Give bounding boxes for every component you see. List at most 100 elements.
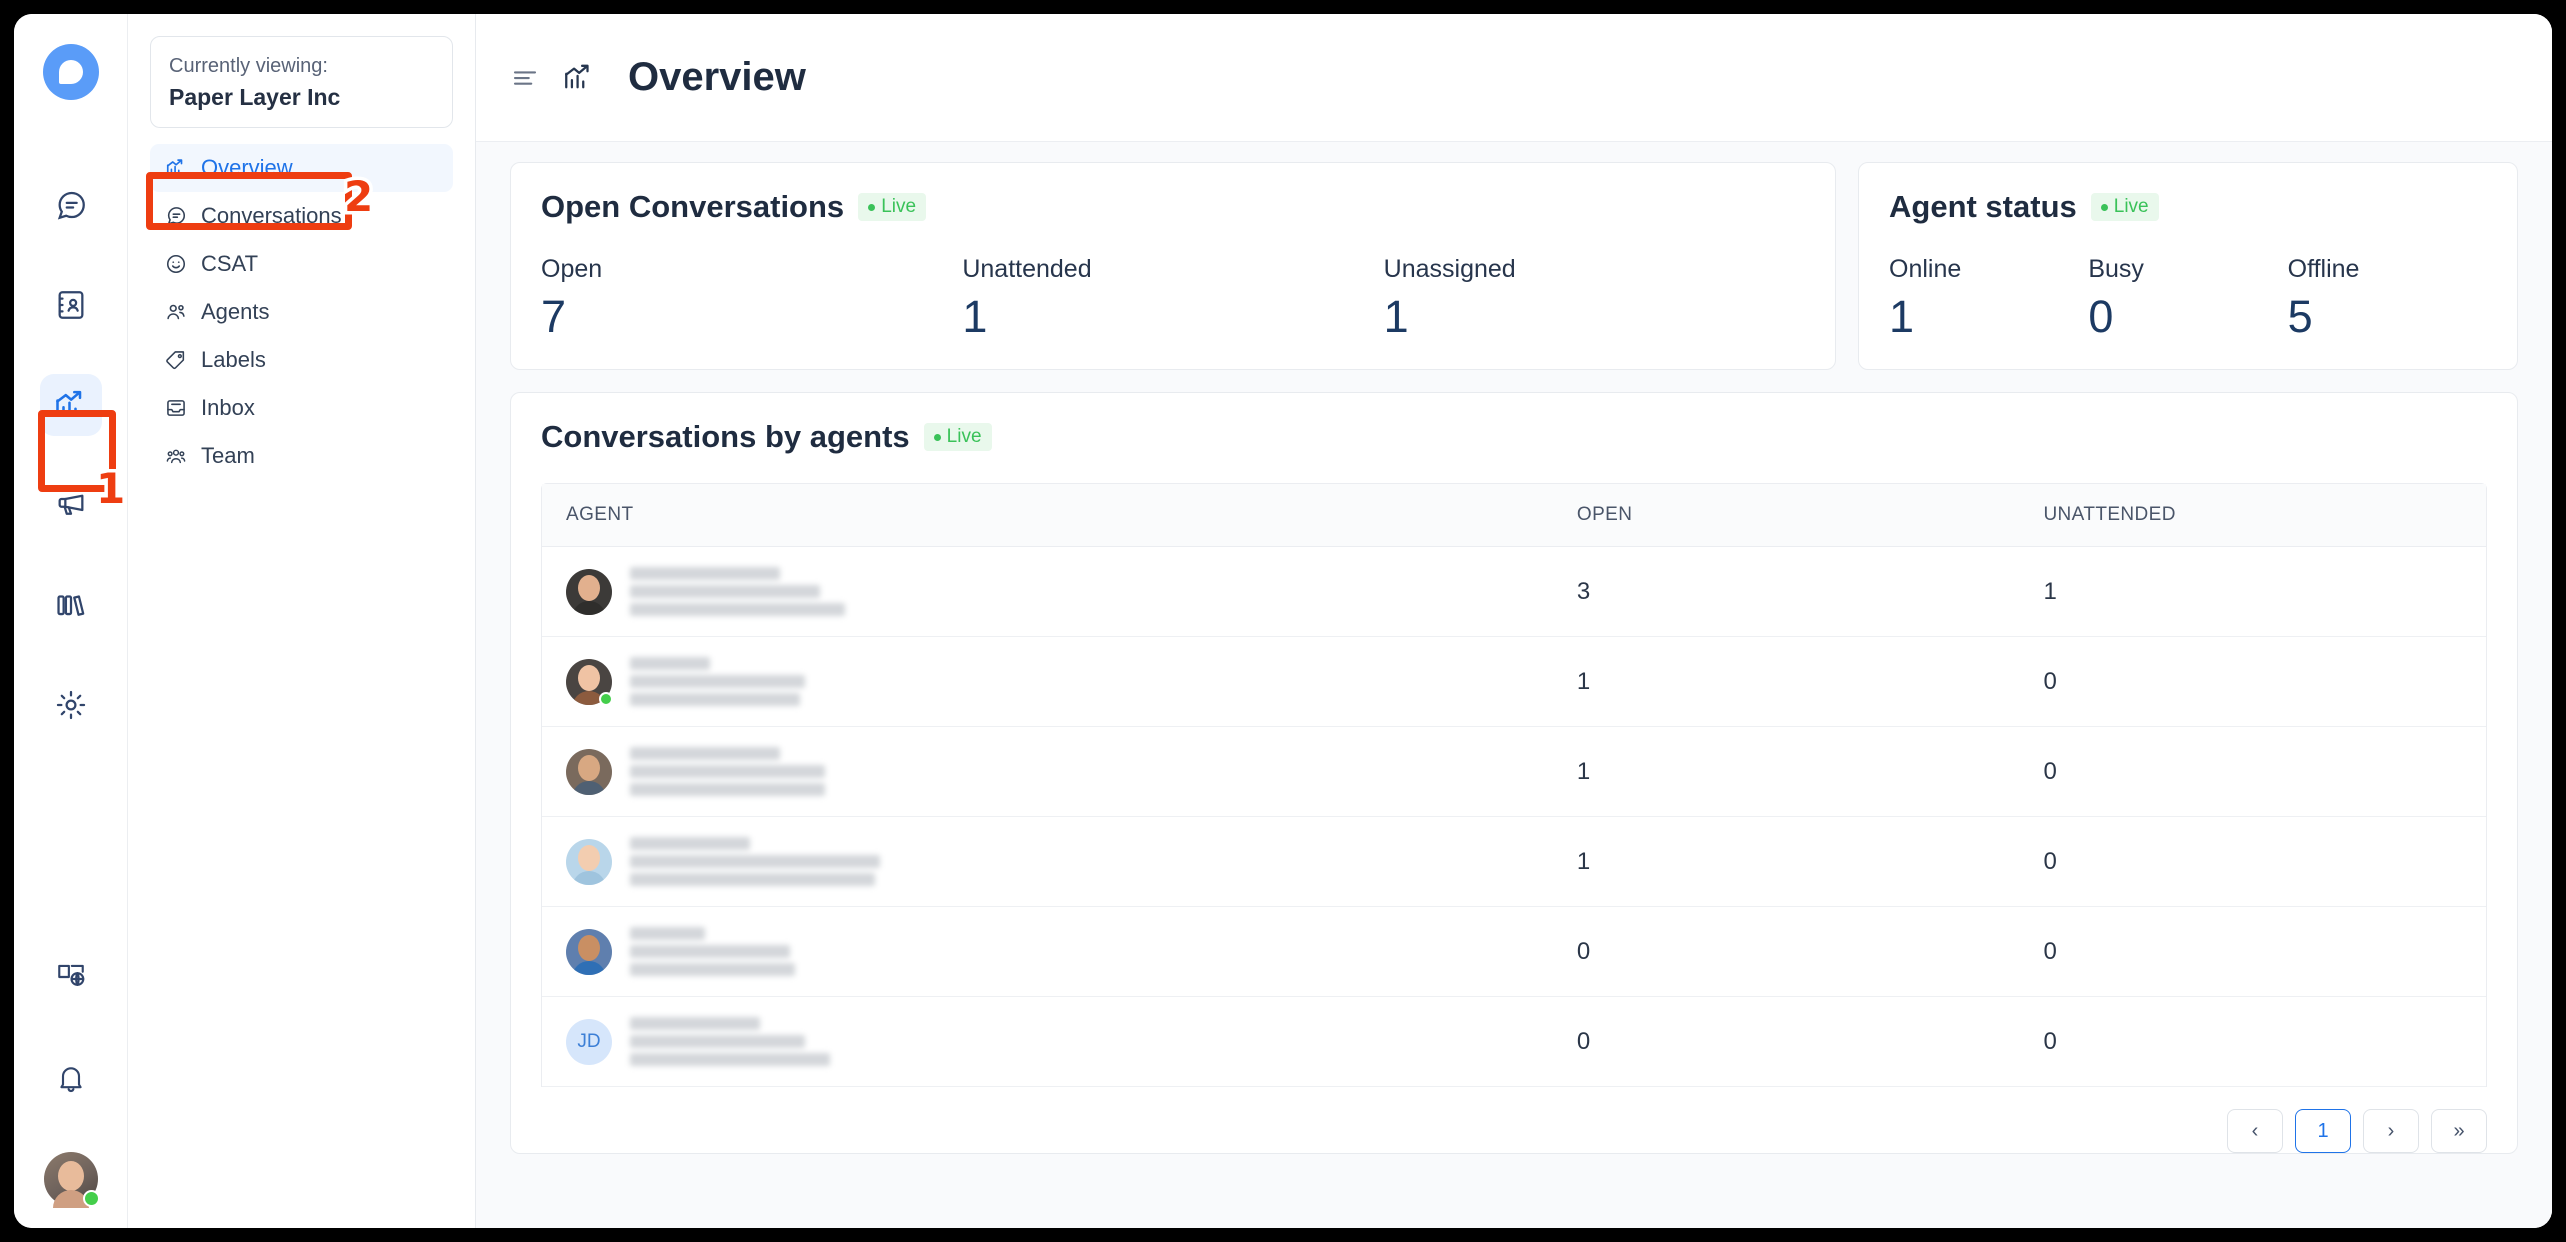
campaigns-megaphone-icon[interactable] bbox=[40, 474, 102, 536]
live-label: Live bbox=[2113, 196, 2149, 217]
cell-agent bbox=[542, 546, 1553, 637]
agent-cell bbox=[566, 837, 1529, 886]
pagination-prev-button[interactable]: ‹ bbox=[2227, 1109, 2283, 1153]
live-dot-icon bbox=[868, 203, 876, 211]
cell-open: 1 bbox=[1552, 726, 2020, 817]
pagination-last-button[interactable]: » bbox=[2431, 1109, 2487, 1153]
sidebar-item-labels[interactable]: Labels bbox=[150, 336, 453, 384]
sidebar-nav-list: Overview Conversations CSAT Agents Label… bbox=[150, 144, 453, 480]
pagination-next-button[interactable]: › bbox=[2363, 1109, 2419, 1153]
column-header-unattended[interactable]: UNATTENDED bbox=[2019, 484, 2486, 547]
metric-offline: Offline 5 bbox=[2288, 255, 2487, 339]
sidebar-item-label: CSAT bbox=[201, 251, 259, 276]
column-header-open[interactable]: OPEN bbox=[1552, 484, 2020, 547]
status-badge: Live bbox=[923, 423, 992, 451]
metric-value: 0 bbox=[2088, 291, 2114, 342]
sidebar-item-csat[interactable]: CSAT bbox=[150, 240, 453, 288]
metrics-group: Online 1 Busy 0 Offline 5 bbox=[1889, 255, 2487, 339]
card-header: Open Conversations Live bbox=[541, 189, 1805, 225]
table-header-row: AGENT OPEN UNATTENDED bbox=[542, 484, 2486, 547]
table-row[interactable]: 10 bbox=[542, 726, 2486, 817]
agent-name-redacted bbox=[630, 837, 880, 886]
live-dot-icon bbox=[933, 433, 941, 441]
table-row[interactable]: 10 bbox=[542, 636, 2486, 727]
agents-table: AGENT OPEN UNATTENDED 3 1 1 0 1 0 1 0 0 0 JD 0 0 bbox=[542, 484, 2486, 1087]
column-header-agent[interactable]: AGENT bbox=[542, 484, 1553, 547]
avatar: JD bbox=[566, 1018, 612, 1065]
app-window: Currently viewing: Paper Layer Inc Overv… bbox=[14, 14, 2552, 1228]
metric-open: Open 7 bbox=[541, 255, 962, 339]
sidebar-item-inbox[interactable]: Inbox bbox=[150, 384, 453, 432]
table-row[interactable]: 31 bbox=[542, 546, 2486, 637]
account-name: Paper Layer Inc bbox=[169, 84, 341, 110]
metric-online: Online 1 bbox=[1889, 255, 2088, 339]
annotation-number-2: 2 bbox=[340, 169, 376, 225]
metric-label: Open bbox=[541, 255, 603, 283]
chatwoot-logo-icon[interactable] bbox=[42, 44, 99, 100]
reports-chart-icon bbox=[164, 156, 188, 180]
cell-agent bbox=[542, 726, 1553, 817]
card-title: Open Conversations bbox=[541, 189, 845, 224]
reports-chart-icon[interactable] bbox=[39, 374, 102, 436]
agent-cell: JD bbox=[566, 1017, 1529, 1066]
current-user-avatar[interactable] bbox=[43, 1152, 100, 1207]
main-content: Overview Open Conversations Live Open 7 … bbox=[476, 14, 2552, 1228]
metric-label: Offline bbox=[2287, 255, 2360, 283]
people-icon bbox=[164, 300, 188, 324]
tag-icon bbox=[164, 348, 188, 372]
currently-viewing-card[interactable]: Currently viewing: Paper Layer Inc bbox=[150, 36, 453, 128]
status-badge: Live bbox=[2090, 193, 2159, 221]
table-body: 3 1 1 0 1 0 1 0 0 0 JD 0 0 bbox=[542, 546, 2486, 1087]
conversations-by-agents-card: Conversations by agents Live AGENT OPEN … bbox=[510, 392, 2518, 1154]
cell-unattended: 0 bbox=[2019, 636, 2486, 727]
dashboard-content: Open Conversations Live Open 7 Unattende… bbox=[476, 142, 2552, 1228]
table-row[interactable]: 10 bbox=[542, 816, 2486, 907]
agent-name-redacted bbox=[630, 747, 825, 796]
agents-table-wrapper: AGENT OPEN UNATTENDED 3 1 1 0 1 0 1 0 0 0 JD 0 0 bbox=[541, 483, 2487, 1087]
hamburger-menu-icon[interactable] bbox=[510, 63, 540, 93]
status-badge: Live bbox=[858, 193, 927, 221]
sidebar-item-label: Overview bbox=[201, 155, 293, 180]
primary-icon-rail bbox=[14, 14, 128, 1228]
help-center-books-icon[interactable] bbox=[40, 574, 102, 636]
cell-agent bbox=[542, 636, 1553, 727]
team-group-icon bbox=[164, 444, 188, 468]
sidebar-item-agents[interactable]: Agents bbox=[150, 288, 453, 336]
pagination: ‹ 1 › » bbox=[541, 1087, 2487, 1153]
avatar bbox=[566, 658, 613, 706]
agent-cell bbox=[566, 927, 1529, 976]
sidebar-item-overview[interactable]: Overview bbox=[150, 144, 453, 192]
chat-bubble-icon bbox=[164, 204, 188, 228]
pagination-current-page[interactable]: 1 bbox=[2295, 1109, 2351, 1153]
metric-label: Unattended bbox=[962, 255, 1092, 283]
live-label: Live bbox=[881, 196, 917, 217]
sidebar-item-team[interactable]: Team bbox=[150, 432, 453, 480]
portal-globe-icon[interactable] bbox=[40, 944, 102, 1006]
sidebar-item-label: Conversations bbox=[201, 203, 342, 228]
avatar bbox=[566, 748, 612, 795]
contacts-book-icon[interactable] bbox=[40, 274, 102, 336]
settings-gear-icon[interactable] bbox=[40, 674, 102, 736]
metric-value: 1 bbox=[1383, 291, 1409, 342]
page-title: Overview bbox=[628, 55, 806, 99]
card-title: Conversations by agents bbox=[541, 419, 910, 454]
conversations-chat-icon[interactable] bbox=[40, 174, 102, 236]
notifications-bell-icon[interactable] bbox=[40, 1048, 102, 1110]
agent-cell bbox=[566, 657, 1529, 706]
agent-name-redacted bbox=[630, 1017, 830, 1066]
metric-value: 1 bbox=[1889, 291, 1915, 342]
table-row[interactable]: 00 bbox=[542, 906, 2486, 997]
metric-unassigned: Unassigned 1 bbox=[1384, 255, 1805, 339]
cell-open: 0 bbox=[1552, 996, 2020, 1087]
reports-chart-icon bbox=[562, 61, 596, 95]
table-row[interactable]: JD 0 0 bbox=[542, 996, 2486, 1087]
agent-cell bbox=[566, 747, 1529, 796]
sidebar-item-label: Labels bbox=[201, 347, 266, 372]
metric-label: Unassigned bbox=[1383, 255, 1516, 283]
metric-unattended: Unattended 1 bbox=[962, 255, 1383, 339]
sidebar-item-label: Agents bbox=[201, 299, 270, 324]
avatar bbox=[566, 838, 612, 885]
cell-open: 3 bbox=[1552, 546, 2020, 637]
sidebar-item-conversations[interactable]: Conversations bbox=[150, 192, 453, 240]
agent-name-redacted bbox=[630, 567, 845, 616]
